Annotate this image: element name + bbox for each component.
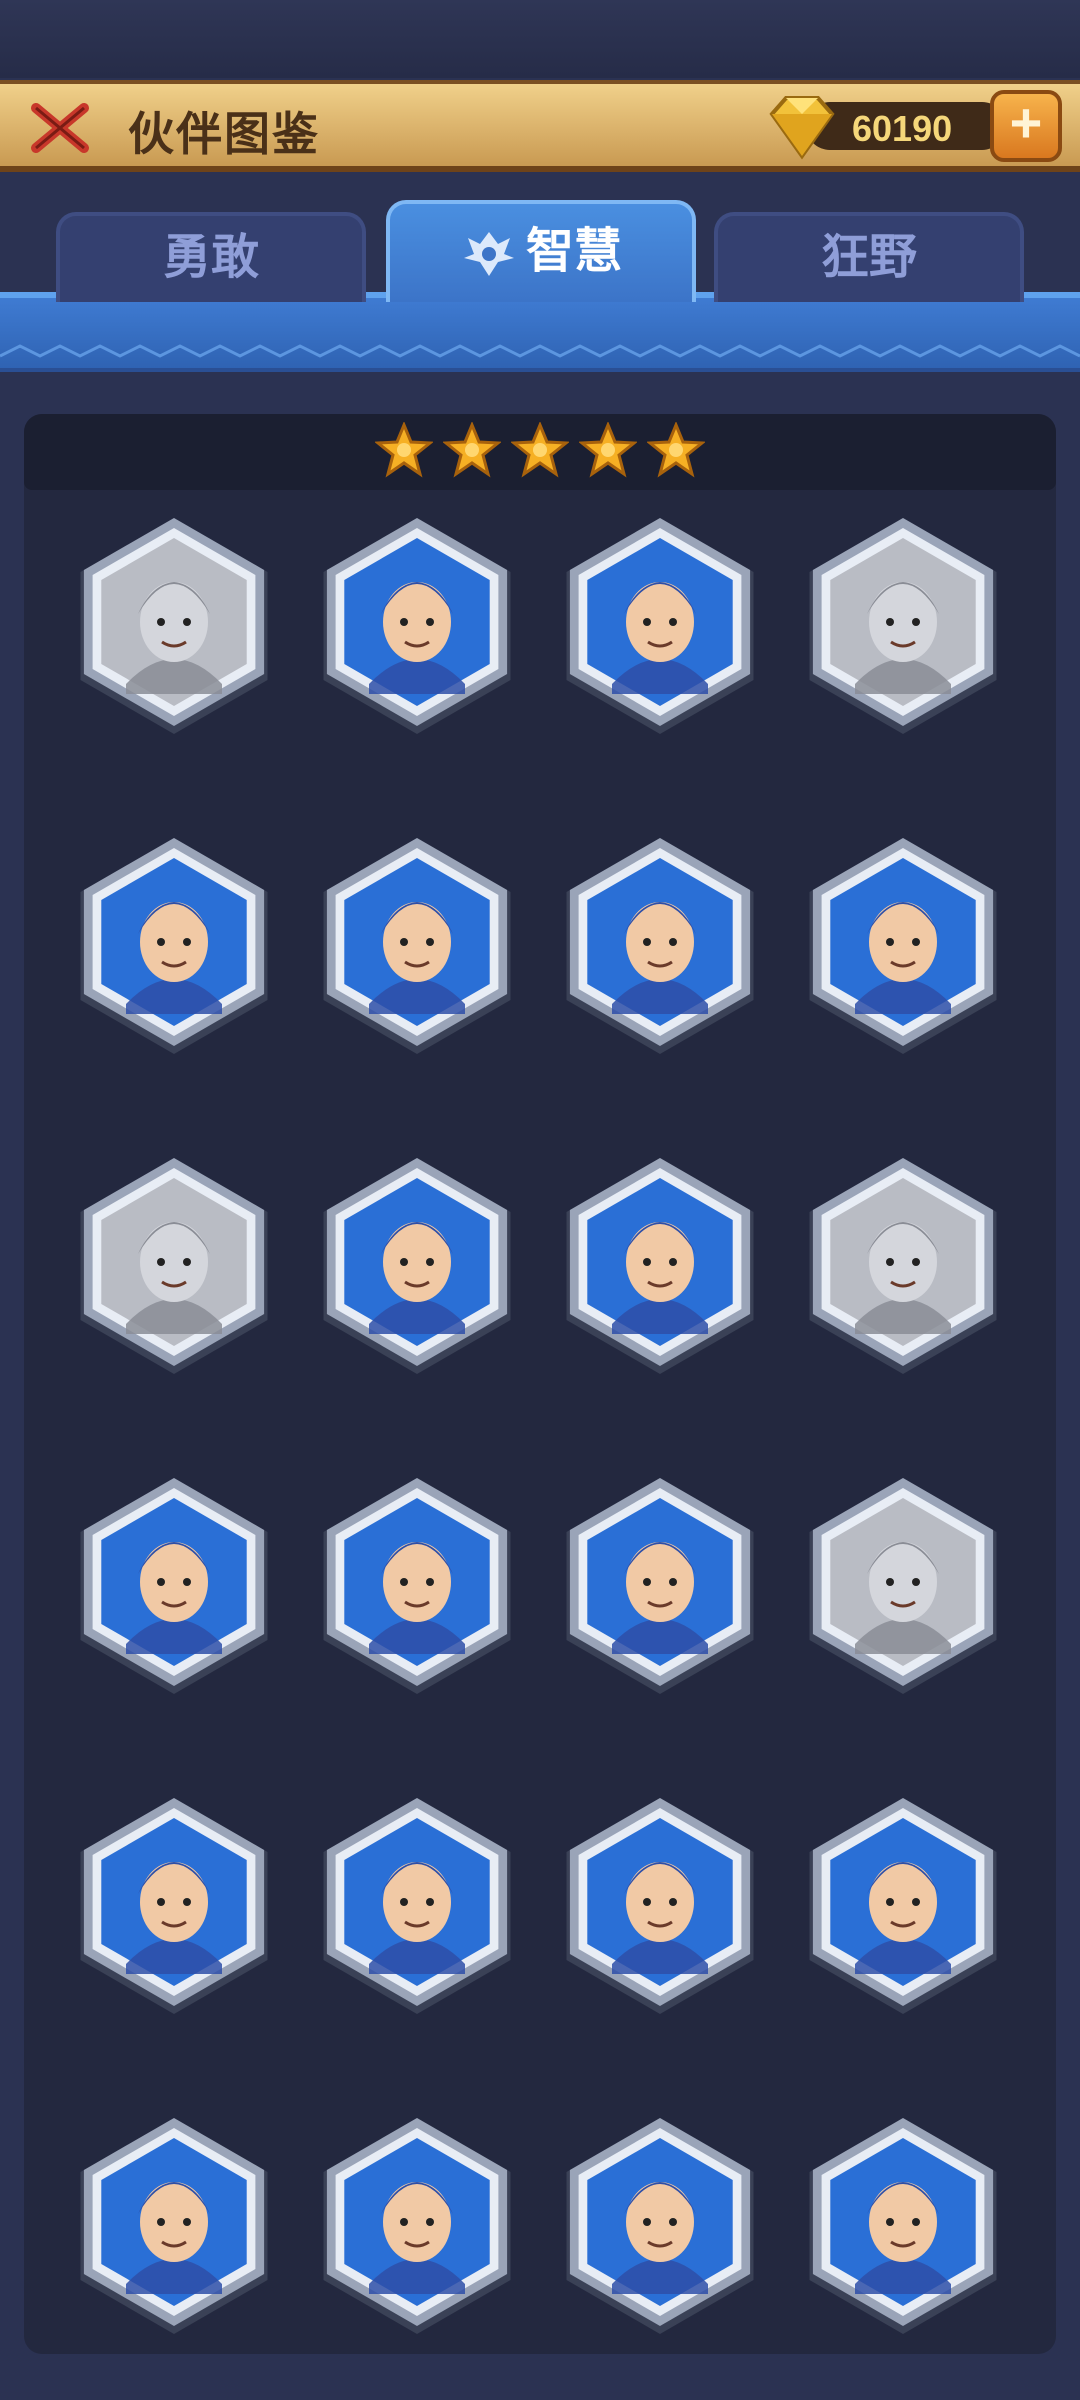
hero-card-skull-girl[interactable] bbox=[319, 514, 515, 738]
star-rating bbox=[24, 422, 1056, 485]
hero-card-elf-woman[interactable] bbox=[76, 1474, 272, 1698]
skeleton-warrior-portrait-icon bbox=[323, 2118, 511, 2334]
stone-golem-portrait-icon bbox=[809, 1478, 997, 1694]
blue-witch-portrait-icon bbox=[809, 1798, 997, 2014]
hero-card-walrus-captain[interactable] bbox=[76, 1794, 272, 2018]
gem-amount: 60190 bbox=[852, 108, 953, 149]
page-title: 伙伴图鉴 bbox=[128, 108, 320, 160]
warrior-portrait-icon bbox=[566, 1158, 754, 1374]
hero-collection-panel bbox=[24, 414, 1056, 2354]
elf-prince-portrait-icon bbox=[80, 838, 268, 1054]
hero-card-dragon[interactable] bbox=[562, 514, 758, 738]
wisdom-emblem-icon bbox=[463, 232, 514, 277]
crossed-swords-close-icon bbox=[31, 103, 89, 153]
star-tier-header bbox=[24, 414, 1056, 490]
hero-card-fox-thief[interactable] bbox=[319, 1794, 515, 2018]
tab-wild[interactable]: 狂野 bbox=[714, 212, 1024, 302]
hero-card-elf-prince[interactable] bbox=[76, 834, 272, 1058]
status-bar-area bbox=[0, 0, 1080, 78]
old-sage-portrait-icon bbox=[809, 518, 997, 734]
hero-card-monkey-king[interactable] bbox=[805, 834, 1001, 1058]
minotaur-portrait-icon bbox=[80, 2118, 268, 2334]
band-zigzag-pattern bbox=[0, 344, 1080, 358]
medusa-portrait-icon bbox=[566, 2118, 754, 2334]
tab-wild-label: 狂野 bbox=[820, 231, 917, 284]
scarecrow-portrait-icon bbox=[323, 1158, 511, 1374]
tab-band bbox=[0, 292, 1080, 372]
star-icon bbox=[443, 422, 501, 478]
hero-card-vampire[interactable] bbox=[562, 1474, 758, 1698]
star-icon bbox=[647, 422, 705, 478]
hero-card-skeleton-warrior[interactable] bbox=[319, 2114, 515, 2338]
close-button[interactable] bbox=[28, 100, 94, 156]
skull-girl-portrait-icon bbox=[323, 518, 511, 734]
sea-princess-portrait-icon bbox=[566, 838, 754, 1054]
category-tabs: 勇敢 智慧 狂野 bbox=[0, 196, 1080, 376]
tree-spirit-portrait-icon bbox=[809, 2118, 997, 2334]
hero-card-tiger[interactable] bbox=[76, 1154, 272, 1378]
hero-card-medusa[interactable] bbox=[562, 2114, 758, 2338]
dragon-portrait-icon bbox=[566, 518, 754, 734]
hero-card-hooded-woman[interactable] bbox=[319, 834, 515, 1058]
star-icon bbox=[375, 422, 433, 478]
tab-brave[interactable]: 勇敢 bbox=[56, 212, 366, 302]
hero-card-knight-girl[interactable] bbox=[805, 1154, 1001, 1378]
gem-counter: 60190 + bbox=[762, 90, 1062, 162]
hero-card-stone-golem[interactable] bbox=[805, 1474, 1001, 1698]
header-bar: 伙伴图鉴 60190 + bbox=[0, 80, 1080, 172]
tiger-portrait-icon bbox=[80, 1158, 268, 1374]
hero-card-werewolf[interactable] bbox=[76, 514, 272, 738]
tab-wisdom[interactable]: 智慧 bbox=[386, 200, 696, 302]
hero-card-scarecrow[interactable] bbox=[319, 1154, 515, 1378]
hero-card-minotaur[interactable] bbox=[76, 2114, 272, 2338]
knight-girl-portrait-icon bbox=[809, 1158, 997, 1374]
hero-card-warrior[interactable] bbox=[562, 1154, 758, 1378]
tab-wisdom-label: 智慧 bbox=[525, 225, 622, 278]
diamond-icon bbox=[769, 96, 835, 160]
elf-woman-portrait-icon bbox=[80, 1478, 268, 1694]
monkey-king-portrait-icon bbox=[809, 838, 997, 1054]
hero-card-old-sage[interactable] bbox=[805, 514, 1001, 738]
hero-card-skull-helmet-kid[interactable] bbox=[319, 1474, 515, 1698]
fox-thief-portrait-icon bbox=[323, 1798, 511, 2014]
hero-card-mammoth[interactable] bbox=[562, 1794, 758, 2018]
hero-card-tree-spirit[interactable] bbox=[805, 2114, 1001, 2338]
walrus-captain-portrait-icon bbox=[80, 1798, 268, 2014]
hero-card-blue-witch[interactable] bbox=[805, 1794, 1001, 2018]
skull-helmet-kid-portrait-icon bbox=[323, 1478, 511, 1694]
hooded-woman-portrait-icon bbox=[323, 838, 511, 1054]
star-icon bbox=[579, 422, 637, 478]
werewolf-portrait-icon bbox=[80, 518, 268, 734]
star-icon bbox=[511, 422, 569, 478]
mammoth-portrait-icon bbox=[566, 1798, 754, 2014]
vampire-portrait-icon bbox=[566, 1478, 754, 1694]
hero-card-sea-princess[interactable] bbox=[562, 834, 758, 1058]
add-gems-button[interactable]: + bbox=[990, 90, 1062, 162]
tab-brave-label: 勇敢 bbox=[162, 231, 259, 284]
